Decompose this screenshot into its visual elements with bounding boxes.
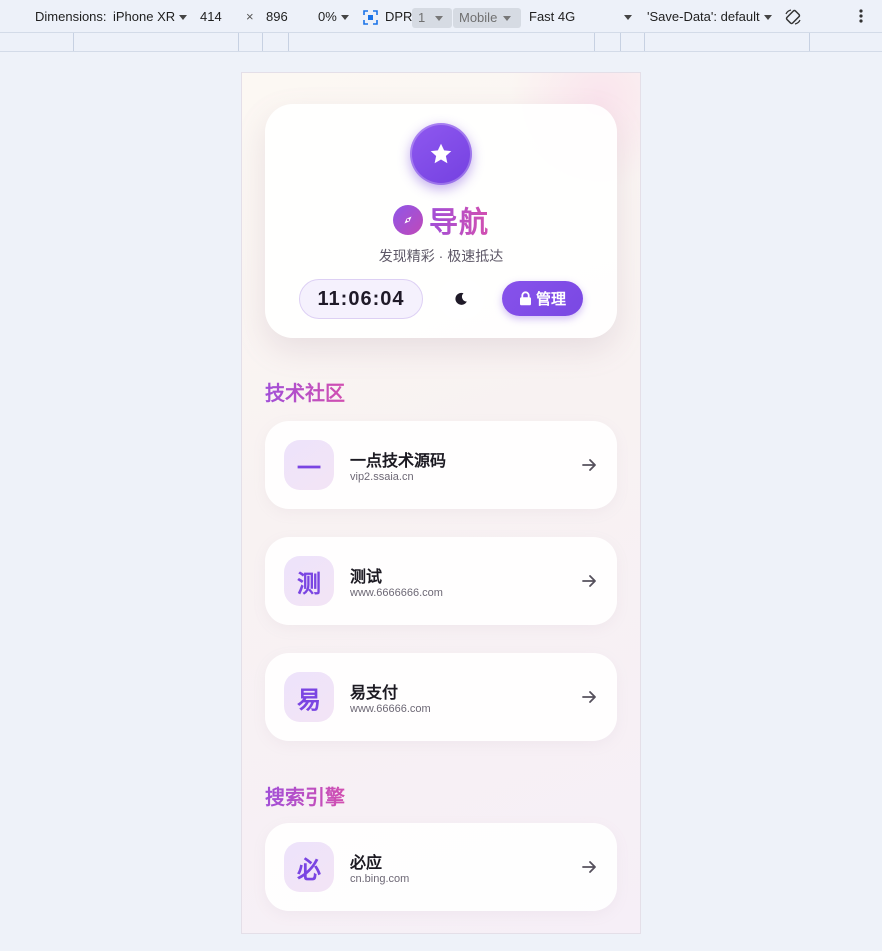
network-select[interactable]: Fast 4G: [529, 9, 575, 25]
page-title-text: 导航: [429, 199, 489, 241]
site-initial-badge: 必: [284, 842, 334, 892]
site-name: 易支付: [350, 685, 399, 702]
theme-toggle-button[interactable]: [438, 279, 484, 319]
save-data-select[interactable]: 'Save-Data': default: [647, 9, 772, 25]
mobile-viewport: 导航 发现精彩 · 极速抵达 11:06:04 管理 技术社区 一 一点技术源码…: [241, 72, 641, 934]
more-options-icon[interactable]: [858, 8, 864, 28]
arrow-right-icon: [582, 691, 596, 703]
chevron-down-icon: [340, 15, 349, 21]
site-url: vip2.ssaia.cn: [350, 471, 414, 483]
width-input[interactable]: 414: [200, 9, 222, 25]
page-title: 导航: [265, 199, 617, 241]
site-name: 测试: [350, 569, 383, 586]
link-card-bing[interactable]: 必 必应 cn.bing.com: [265, 823, 617, 911]
section-title-tech-community: 技术社区: [265, 377, 345, 406]
dimensions-label: Dimensions:: [35, 9, 107, 24]
section-title-search-engines: 搜索引擎: [265, 781, 345, 810]
site-name: 一点技术源码: [350, 453, 447, 470]
dpr-select[interactable]: 1: [412, 8, 452, 28]
times-symbol: ×: [246, 9, 254, 24]
ruler-marker: [238, 33, 239, 51]
ruler-marker: [288, 33, 289, 51]
rotate-icon[interactable]: [784, 8, 802, 30]
chevron-down-icon: [624, 15, 632, 21]
compass-icon: [392, 205, 423, 235]
zoom-select[interactable]: 0%: [318, 9, 349, 25]
site-initial-badge: 一: [284, 440, 334, 490]
clock-display: 11:06:04: [299, 279, 423, 319]
ruler-marker: [809, 33, 810, 51]
mode-select[interactable]: Mobile: [453, 8, 521, 28]
site-url: cn.bing.com: [350, 873, 410, 885]
admin-button-label: 管理: [535, 291, 566, 308]
chevron-down-icon: [179, 15, 188, 21]
link-card-ceshi[interactable]: 测 测试 www.6666666.com: [265, 537, 617, 625]
network-dropdown[interactable]: [620, 9, 632, 25]
ruler-marker: [262, 33, 263, 51]
device-select-value: iPhone XR: [113, 9, 176, 24]
site-initial-badge: 易: [284, 672, 334, 722]
dpr-select-value: 1: [418, 10, 426, 25]
link-card-yidian[interactable]: 一 一点技术源码 vip2.ssaia.cn: [265, 421, 617, 509]
ruler-marker: [620, 33, 621, 51]
ruler-marker: [73, 33, 74, 51]
site-url: www.6666666.com: [350, 587, 443, 599]
admin-button[interactable]: 管理: [502, 281, 583, 316]
site-url: www.66666.com: [350, 703, 431, 715]
zoom-select-value: 0%: [318, 9, 337, 24]
arrow-right-icon: [582, 575, 596, 587]
star-icon: [410, 123, 472, 185]
media-query-ruler[interactable]: [0, 33, 882, 52]
ruler-marker: [644, 33, 645, 51]
hero-card: 导航 发现精彩 · 极速抵达 11:06:04 管理: [265, 104, 617, 338]
chevron-down-icon: [763, 15, 772, 21]
link-card-yizhifu[interactable]: 易 易支付 www.66666.com: [265, 653, 617, 741]
arrow-right-icon: [582, 459, 596, 471]
site-initial-badge: 测: [284, 556, 334, 606]
moon-icon: [455, 292, 467, 305]
chevron-down-icon: [435, 16, 444, 22]
device-select[interactable]: iPhone XR: [113, 9, 188, 25]
arrow-right-icon: [582, 861, 596, 873]
capture-icon[interactable]: [363, 10, 378, 29]
site-name: 必应: [350, 855, 383, 872]
page-subtitle: 发现精彩 · 极速抵达: [378, 248, 504, 264]
height-input[interactable]: 896: [266, 9, 288, 25]
mode-select-value: Mobile: [459, 10, 498, 25]
devtools-toolbar: Dimensions: iPhone XR 414 × 896 0% DPR: …: [0, 0, 882, 33]
ruler-marker: [594, 33, 595, 51]
lock-icon: [519, 291, 531, 306]
chevron-down-icon: [503, 16, 512, 22]
save-data-value: 'Save-Data': default: [647, 9, 760, 24]
